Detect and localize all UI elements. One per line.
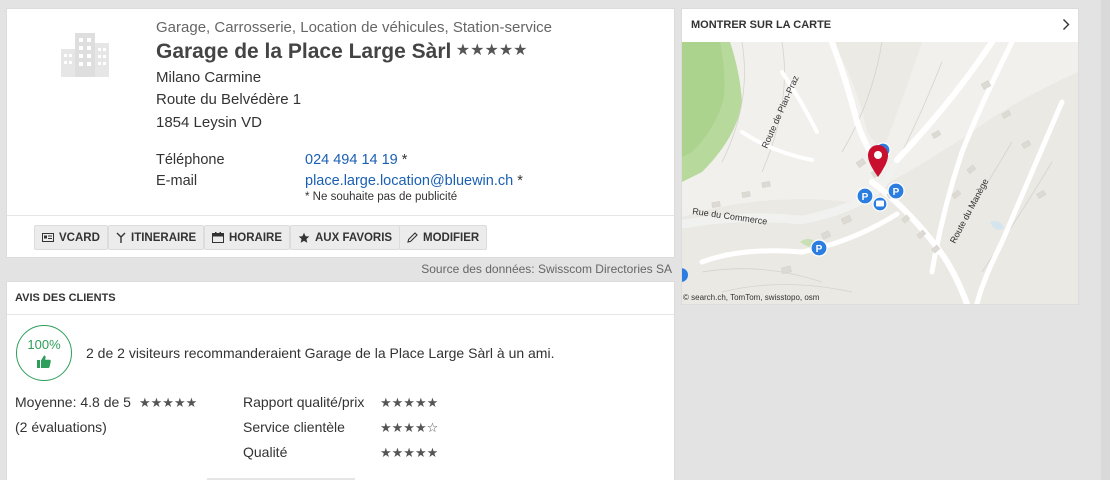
map-view[interactable]: Route de Plan-Praz Rue du Commerce Route… <box>682 42 1078 304</box>
criterion-service-label: Service clientèle <box>243 419 345 435</box>
map-graphic: Route de Plan-Praz Rue du Commerce Route… <box>682 42 1078 304</box>
phone-label: Téléphone <box>156 152 225 168</box>
reviews-card: AVIS DES CLIENTS 100% 2 de 2 visiteurs r… <box>6 281 675 480</box>
no-ads-note: * Ne souhaite pas de publicité <box>305 191 458 203</box>
building-icon <box>61 33 109 77</box>
business-card: Garage, Carrosserie, Location de véhicul… <box>6 8 675 258</box>
email-row: place.large.location@bluewin.ch * <box>305 173 523 189</box>
criterion-service-stars: ★★★★☆ <box>380 420 439 435</box>
itinerary-label: ITINERAIRE <box>131 231 197 244</box>
business-categories: Garage, Carrosserie, Location de véhicul… <box>156 19 553 36</box>
hours-button[interactable]: HORAIRE <box>204 225 291 250</box>
vcard-label: VCARD <box>59 231 100 244</box>
parking-icon: P <box>887 182 905 200</box>
map-heading: MONTRER SUR LA CARTE <box>691 19 832 31</box>
average-text: Moyenne: 4.8 de 5 <box>15 394 131 410</box>
route-fork-icon <box>116 232 126 243</box>
recommend-percent: 100% <box>27 337 61 352</box>
chevron-right-icon <box>1063 19 1070 30</box>
reviews-heading: AVIS DES CLIENTS <box>15 292 116 304</box>
svg-text:P: P <box>893 187 900 198</box>
svg-text:P: P <box>816 244 823 255</box>
criterion-quality-stars: ★★★★★ <box>380 445 439 460</box>
star-icon <box>298 232 310 243</box>
vcard-icon <box>42 233 54 242</box>
email-label: E-mail <box>156 173 198 189</box>
parking-icon: P <box>810 239 828 257</box>
itinerary-button[interactable]: ITINERAIRE <box>108 225 205 250</box>
pencil-icon <box>407 232 418 243</box>
average-rating: Moyenne: 4.8 de 5 ★★★★★ <box>15 394 197 411</box>
thumbs-up-icon <box>37 355 51 368</box>
phone-link[interactable]: 024 494 14 19 <box>305 152 398 168</box>
map-header[interactable]: MONTRER SUR LA CARTE <box>682 9 1078 42</box>
contact-person: Milano Carmine <box>156 69 262 86</box>
map-card[interactable]: MONTRER SUR LA CARTE Route de Plan-Praz … <box>681 8 1079 305</box>
recommend-badge: 100% <box>16 325 72 381</box>
email-asterisk: * <box>517 173 523 189</box>
divider <box>7 215 674 216</box>
vcard-button[interactable]: VCARD <box>34 225 108 250</box>
favorites-button[interactable]: AUX FAVORIS <box>290 225 401 250</box>
criterion-quality-label: Qualité <box>243 444 288 460</box>
email-link[interactable]: place.large.location@bluewin.ch <box>305 173 513 189</box>
business-rating-stars: ★★★★★ <box>455 42 528 59</box>
recommend-text: 2 de 2 visiteurs recommanderaient Garage… <box>86 345 555 361</box>
svg-text:P: P <box>862 192 869 203</box>
business-name: Garage de la Place Large Sàrl <box>156 40 452 63</box>
phone-row: 024 494 14 19 * <box>305 152 407 168</box>
parking-icon: P <box>856 187 874 205</box>
edit-label: MODIFIER <box>423 231 480 244</box>
bus-stop-icon <box>872 196 888 212</box>
map-credit: © search.ch, TomTom, swisstopo, osm <box>683 293 820 302</box>
calendar-icon <box>212 232 224 243</box>
business-title-row: Garage de la Place Large Sàrl ★★★★★ <box>156 40 528 64</box>
criterion-value-stars: ★★★★★ <box>380 395 439 410</box>
data-source: Source des données: Swisscom Directories… <box>421 262 672 276</box>
phone-asterisk: * <box>401 152 408 168</box>
address-street: Route du Belvédère 1 <box>156 91 302 108</box>
edit-button[interactable]: MODIFIER <box>399 225 488 250</box>
reviews-header: AVIS DES CLIENTS <box>7 282 674 315</box>
criterion-value-label: Rapport qualité/prix <box>243 394 365 410</box>
favorites-label: AUX FAVORIS <box>315 231 393 244</box>
hours-label: HORAIRE <box>229 231 283 244</box>
review-count: (2 évaluations) <box>15 419 107 435</box>
scrollbar-edge <box>1101 0 1110 480</box>
average-stars: ★★★★★ <box>138 395 198 410</box>
address-city: 1854 Leysin VD <box>156 114 262 131</box>
